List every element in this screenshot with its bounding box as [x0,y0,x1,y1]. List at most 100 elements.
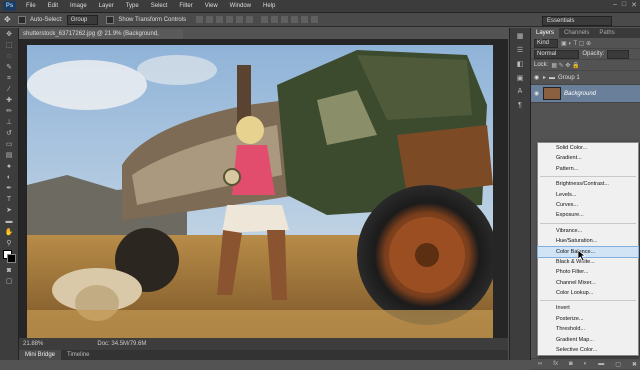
color-swatches-icon[interactable] [3,250,16,264]
distribute-center-icon[interactable] [301,16,309,23]
photo-canvas[interactable] [27,45,493,338]
zoom-level[interactable]: 21.88% [23,341,43,347]
menu-item-color-balance[interactable]: Color Balance... [537,245,639,258]
menu-file[interactable]: File [20,0,42,12]
menu-item-exposure[interactable]: Exposure... [538,210,638,220]
character-panel-icon[interactable]: A [514,88,526,98]
tab-mini-bridge[interactable]: Mini Bridge [19,350,62,360]
menu-filter[interactable]: Filter [173,0,198,12]
layer-background-row[interactable]: ◉ Background [531,85,640,103]
auto-select-dropdown[interactable]: Group [66,14,99,25]
link-icon[interactable]: ∞ [538,361,542,367]
distribute-left-icon[interactable] [291,16,299,23]
eye-icon[interactable]: ◉ [534,90,540,97]
tab-timeline[interactable]: Timeline [61,350,95,360]
history-brush-tool-icon[interactable]: ↺ [3,129,15,138]
zoom-tool-icon[interactable]: ⚲ [3,239,15,248]
healing-tool-icon[interactable]: ✚ [3,96,15,105]
crop-tool-icon[interactable]: ⌗ [3,74,15,83]
dodge-tool-icon[interactable]: ◐ [3,173,15,182]
adjustment-layer-icon[interactable]: ◐ [584,361,588,367]
document-info[interactable]: Doc: 34.5M/79.6M [97,341,146,347]
menu-help[interactable]: Help [257,0,281,12]
trash-icon[interactable]: ✖ [632,361,637,368]
menu-type[interactable]: Type [120,0,145,12]
adjustments-panel-icon[interactable]: ◧ [514,60,526,70]
menu-item-brightness-contrast[interactable]: Brightness/Contrast... [538,179,638,189]
menu-item-levels[interactable]: Levels... [538,190,638,200]
type-tool-icon[interactable]: T [3,195,15,204]
layer-name[interactable]: Background [564,91,596,97]
minimize-button[interactable]: – [613,1,617,9]
move-tool-icon[interactable]: ✥ [3,30,15,39]
blend-mode-dropdown[interactable]: Normal [534,49,580,59]
menu-view[interactable]: View [199,0,224,12]
disclosure-arrow-icon[interactable]: ▸ [543,74,546,81]
menu-item-channel-mixer[interactable]: Channel Mixer... [538,278,638,288]
lock-icons[interactable]: ▦ ✎ ✥ 🔒 [551,62,579,69]
workspace-dropdown[interactable]: Essentials [542,16,612,26]
folder-icon[interactable]: ▬ [598,361,604,367]
align-center-icon[interactable] [236,16,244,23]
filter-icons[interactable]: ▣ ◐ T ▢ ⊕ [561,40,591,47]
layer-name[interactable]: Group 1 [558,75,580,81]
distribute-middle-icon[interactable] [271,16,279,23]
close-button[interactable]: ✕ [631,1,637,9]
pen-tool-icon[interactable]: ✒ [3,184,15,193]
styles-panel-icon[interactable]: ▣ [514,74,526,84]
menu-item-solid-color[interactable]: Solid Color... [538,143,638,153]
menu-item-color-lookup[interactable]: Color Lookup... [538,288,638,298]
menu-item-curves[interactable]: Curves... [538,200,638,210]
new-layer-icon[interactable]: ▢ [615,361,621,368]
blur-tool-icon[interactable]: ● [3,162,15,171]
quick-select-tool-icon[interactable]: ✎ [3,63,15,72]
path-select-tool-icon[interactable]: ➤ [3,206,15,215]
opacity-field[interactable] [607,49,630,59]
align-right-icon[interactable] [246,16,254,23]
eye-icon[interactable]: ◉ [534,74,540,81]
menu-image[interactable]: Image [64,0,93,12]
marquee-tool-icon[interactable]: ⬚ [3,41,15,50]
align-left-icon[interactable] [226,16,234,23]
auto-select-checkbox[interactable] [18,15,26,24]
lasso-tool-icon[interactable]: ◌ [3,52,15,61]
eyedropper-tool-icon[interactable]: ⁄ [3,85,15,94]
mask-icon[interactable]: ◙ [569,361,573,367]
hand-tool-icon[interactable]: ✋ [3,228,15,237]
align-bottom-icon[interactable] [216,16,224,23]
menu-item-threshold[interactable]: Threshold... [538,324,638,334]
gradient-tool-icon[interactable]: ▤ [3,151,15,160]
menu-layer[interactable]: Layer [93,0,120,12]
clone-stamp-tool-icon[interactable]: ⊥ [3,118,15,127]
menu-item-gradient[interactable]: Gradient... [538,153,638,163]
distribute-top-icon[interactable] [261,16,269,23]
menu-item-posterize[interactable]: Posterize... [538,314,638,324]
distribute-right-icon[interactable] [311,16,319,23]
menu-select[interactable]: Select [145,0,174,12]
kind-filter-dropdown[interactable]: Kind [534,38,559,48]
tab-layers[interactable]: Layers [531,28,560,38]
tab-channels[interactable]: Channels [559,28,594,38]
menu-item-selective-color[interactable]: Selective Color... [538,345,638,355]
align-top-icon[interactable] [196,16,204,23]
menu-item-invert[interactable]: Invert [538,303,638,313]
shape-tool-icon[interactable]: ▬ [3,217,15,226]
transform-controls-checkbox[interactable] [106,15,115,24]
brush-tool-icon[interactable]: ✏ [3,107,15,116]
menu-item-gradient-map[interactable]: Gradient Map... [538,335,638,345]
menu-edit[interactable]: Edit [42,0,64,12]
maximize-button[interactable]: □ [622,1,626,9]
menu-item-photo-filter[interactable]: Photo Filter... [538,267,638,277]
move-tool-icon[interactable]: ✥ [4,15,14,25]
fx-icon[interactable]: fx [553,361,558,367]
history-panel-icon[interactable]: ▦ [514,32,526,42]
screen-mode-icon[interactable]: ▢ [3,277,15,286]
properties-panel-icon[interactable]: ☰ [514,46,526,56]
distribute-bottom-icon[interactable] [281,16,289,23]
document-tab[interactable]: shutterstock_63717262.jpg @ 21.9% (Backg… [19,29,183,47]
paragraph-panel-icon[interactable]: ¶ [514,102,526,112]
eraser-tool-icon[interactable]: ▭ [3,140,15,149]
quick-mask-icon[interactable]: ◙ [3,266,15,275]
align-middle-icon[interactable] [206,16,214,23]
menu-item-black-white[interactable]: Black & White... [538,257,638,267]
